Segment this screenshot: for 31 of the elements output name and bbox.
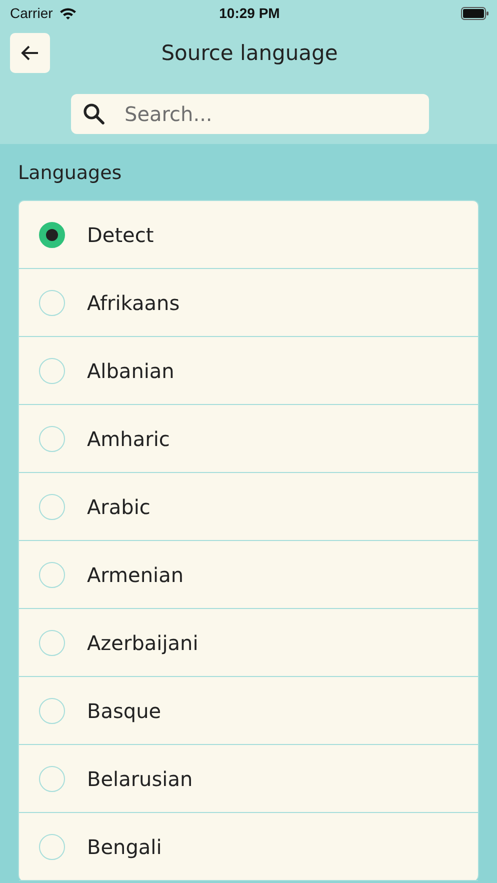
- radio-button[interactable]: [39, 834, 65, 860]
- radio-button[interactable]: [39, 630, 65, 656]
- radio-button[interactable]: [39, 222, 65, 248]
- language-item[interactable]: Albanian: [19, 337, 478, 405]
- language-item[interactable]: Basque: [19, 677, 478, 745]
- screen-title: Source language: [161, 41, 338, 65]
- language-item[interactable]: Azerbaijani: [19, 609, 478, 677]
- language-item[interactable]: Belarusian: [19, 745, 478, 813]
- radio-button[interactable]: [39, 766, 65, 792]
- language-item[interactable]: Armenian: [19, 541, 478, 609]
- language-item[interactable]: Amharic: [19, 405, 478, 473]
- language-item[interactable]: Detect: [19, 201, 478, 269]
- wifi-icon: [58, 6, 77, 20]
- search-icon: [82, 103, 104, 125]
- radio-button[interactable]: [39, 426, 65, 452]
- language-item[interactable]: Bengali: [19, 813, 478, 881]
- radio-button[interactable]: [39, 562, 65, 588]
- back-arrow-icon: [21, 45, 39, 61]
- section-heading: Languages: [17, 161, 123, 186]
- battery-icon: [461, 6, 489, 20]
- carrier-label: Carrier: [10, 5, 53, 21]
- status-time: 10:29 PM: [219, 5, 280, 21]
- back-button[interactable]: [10, 33, 50, 73]
- search-input[interactable]: Search...: [122, 101, 416, 127]
- search-bar[interactable]: Search...: [70, 94, 428, 134]
- radio-button[interactable]: [39, 290, 65, 316]
- radio-button[interactable]: [39, 494, 65, 520]
- language-item[interactable]: Afrikaans: [19, 269, 478, 337]
- radio-button[interactable]: [39, 358, 65, 384]
- language-item[interactable]: Arabic: [19, 473, 478, 541]
- radio-button[interactable]: [39, 698, 65, 724]
